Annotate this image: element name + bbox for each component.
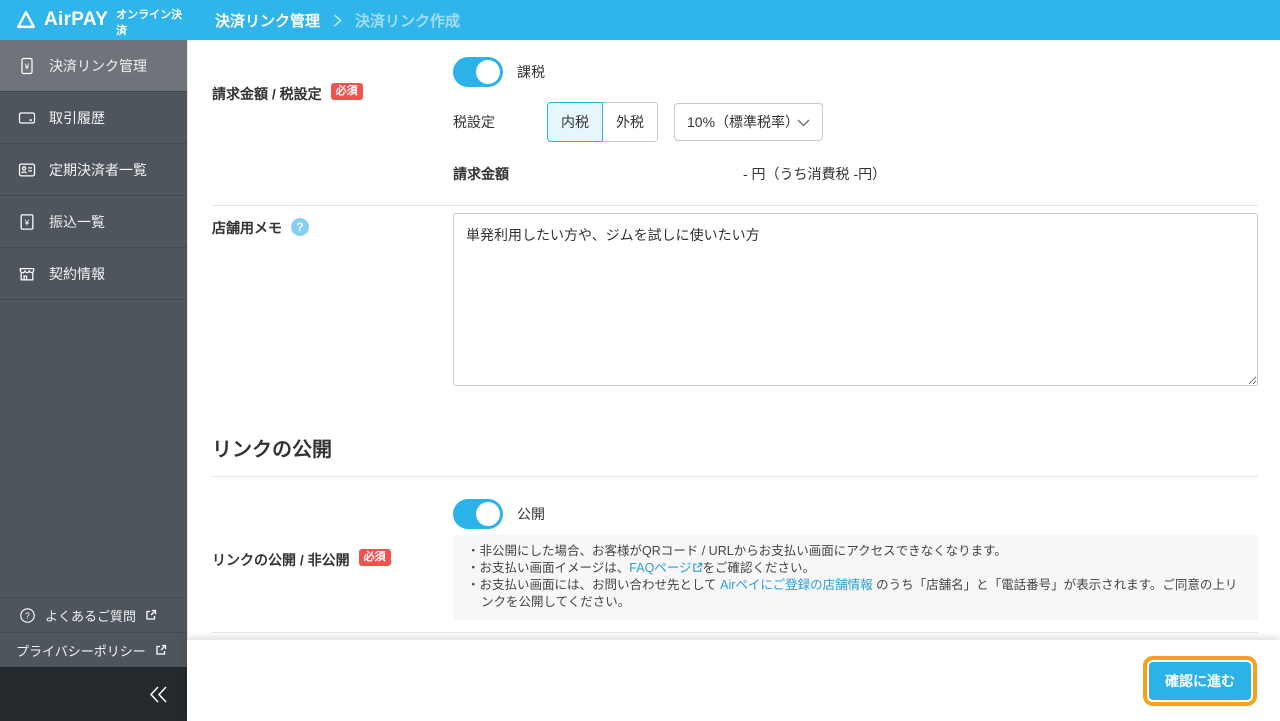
taxable-toggle[interactable] — [453, 57, 503, 87]
billing-row-label: 請求金額 / 税設定 必須 — [212, 57, 453, 184]
proceed-to-confirm-button[interactable]: 確認に進む — [1149, 662, 1251, 700]
tax-setting-label: 税設定 — [453, 112, 547, 132]
sidebar-item-faq[interactable]: ? よくあるご質問 — [0, 597, 187, 632]
chevron-down-icon — [797, 114, 810, 130]
toggle-knob — [476, 502, 500, 526]
contract-info-icon — [16, 264, 38, 284]
publish-row-label: リンクの公開 / 非公開 必須 — [212, 499, 453, 620]
publish-notes: 非公開にした場合、お客様がQRコード / URLからお支払い画面にアクセスできな… — [453, 535, 1258, 620]
form-area: 請求金額 / 税設定 必須 課税 税設定 内税 外税 — [187, 40, 1280, 640]
publish-label-text: リンクの公開 / 非公開 — [212, 550, 350, 570]
note-line: お支払い画面には、お問い合わせ先として Airペイにご登録の店舗情報 のうち「店… — [467, 577, 1244, 611]
brand: AirPAY オンライン決済 — [0, 3, 187, 38]
sidebar-item-label: プライバシーポリシー — [16, 641, 146, 660]
sidebar-spacer — [0, 300, 187, 597]
toggle-knob — [476, 60, 500, 84]
sidebar-item-privacy-policy[interactable]: プライバシーポリシー — [0, 632, 187, 667]
chevron-right-icon — [333, 14, 342, 27]
tax-mode-segment: 内税 外税 — [547, 102, 658, 142]
breadcrumb-current: 決済リンク作成 — [355, 10, 460, 31]
sidebar-item-label: よくあるご質問 — [45, 606, 136, 625]
svg-text:¥: ¥ — [24, 217, 30, 227]
store-memo-row: 店舗用メモ ? 単発利用したい方や、ジムを試しに使いたい方 — [212, 206, 1258, 391]
payment-link-icon: ¥ — [16, 56, 38, 76]
required-badge: 必須 — [359, 549, 391, 566]
note-line: お支払い画面イメージは、FAQページをご確認ください。 — [467, 560, 1244, 577]
tax-rate-selected-value: 10%（標準税率） — [687, 112, 797, 132]
help-icon[interactable]: ? — [291, 218, 309, 236]
sidebar-item-recurring-payers[interactable]: 定期決済者一覧 — [0, 144, 187, 196]
registered-store-info-link[interactable]: Airペイにご登録の店舗情報 — [720, 578, 873, 592]
action-bar: 確認に進む — [187, 640, 1280, 721]
breadcrumb-parent[interactable]: 決済リンク管理 — [215, 10, 320, 31]
faq-page-link[interactable]: FAQページ — [629, 561, 691, 575]
row-divider — [212, 632, 1258, 633]
sidebar: ¥ 決済リンク管理 取引履歴 — [0, 40, 187, 721]
memo-row-label: 店舗用メモ ? — [212, 213, 453, 391]
main-content: 請求金額 / 税設定 必須 課税 税設定 内税 外税 — [187, 40, 1280, 721]
external-link-icon — [155, 644, 167, 656]
sidebar-item-transaction-history[interactable]: 取引履歴 — [0, 92, 187, 144]
brand-name: AirPAY — [44, 9, 108, 31]
publish-section-title: リンクの公開 — [212, 436, 1258, 464]
sidebar-item-label: 取引履歴 — [49, 108, 105, 128]
tax-included-button[interactable]: 内税 — [547, 102, 603, 142]
sidebar-item-label: 決済リンク管理 — [49, 56, 147, 76]
question-circle-icon: ? — [16, 607, 38, 624]
required-badge: 必須 — [331, 83, 363, 100]
airpay-logo-icon — [15, 9, 37, 31]
publish-toggle[interactable] — [453, 499, 503, 529]
link-publish-row: リンクの公開 / 非公開 必須 公開 非公開にした場合、お客様がQRコード / … — [212, 477, 1258, 620]
svg-text:?: ? — [25, 610, 30, 620]
external-link-icon — [145, 609, 157, 621]
taxable-toggle-label: 課税 — [517, 62, 545, 82]
sidebar-item-transfer-list[interactable]: ¥ 振込一覧 — [0, 196, 187, 248]
publish-toggle-label: 公開 — [517, 504, 545, 524]
recurring-payers-icon — [16, 160, 38, 180]
sidebar-item-payment-links[interactable]: ¥ 決済リンク管理 — [0, 40, 187, 92]
app-header: AirPAY オンライン決済 決済リンク管理 決済リンク作成 — [0, 0, 1280, 40]
sidebar-collapse-bar — [0, 667, 187, 721]
transfer-list-icon: ¥ — [16, 212, 38, 232]
svg-text:¥: ¥ — [24, 61, 30, 71]
collapse-sidebar-icon[interactable] — [149, 685, 169, 704]
billing-label-text: 請求金額 / 税設定 — [212, 84, 322, 104]
external-link-icon — [692, 562, 703, 573]
store-memo-textarea[interactable]: 単発利用したい方や、ジムを試しに使いたい方 — [453, 213, 1258, 386]
tax-rate-select[interactable]: 10%（標準税率） — [674, 103, 823, 141]
sidebar-item-contract-info[interactable]: 契約情報 — [0, 248, 187, 300]
billing-amount-row: 請求金額 / 税設定 必須 課税 税設定 内税 外税 — [212, 40, 1258, 205]
transaction-history-icon — [16, 108, 38, 128]
sidebar-item-label: 振込一覧 — [49, 212, 105, 232]
amount-label: 請求金額 — [453, 164, 547, 184]
sidebar-item-label: 契約情報 — [49, 264, 105, 284]
brand-subtitle: オンライン決済 — [116, 6, 187, 38]
amount-value: - 円（うち消費税 -円） — [743, 164, 886, 184]
memo-label-text: 店舗用メモ — [212, 218, 282, 238]
breadcrumb: 決済リンク管理 決済リンク作成 — [215, 10, 460, 31]
sidebar-item-label: 定期決済者一覧 — [49, 160, 147, 180]
note-line: 非公開にした場合、お客様がQRコード / URLからお支払い画面にアクセスできな… — [467, 543, 1244, 560]
tax-excluded-button[interactable]: 外税 — [602, 102, 658, 142]
